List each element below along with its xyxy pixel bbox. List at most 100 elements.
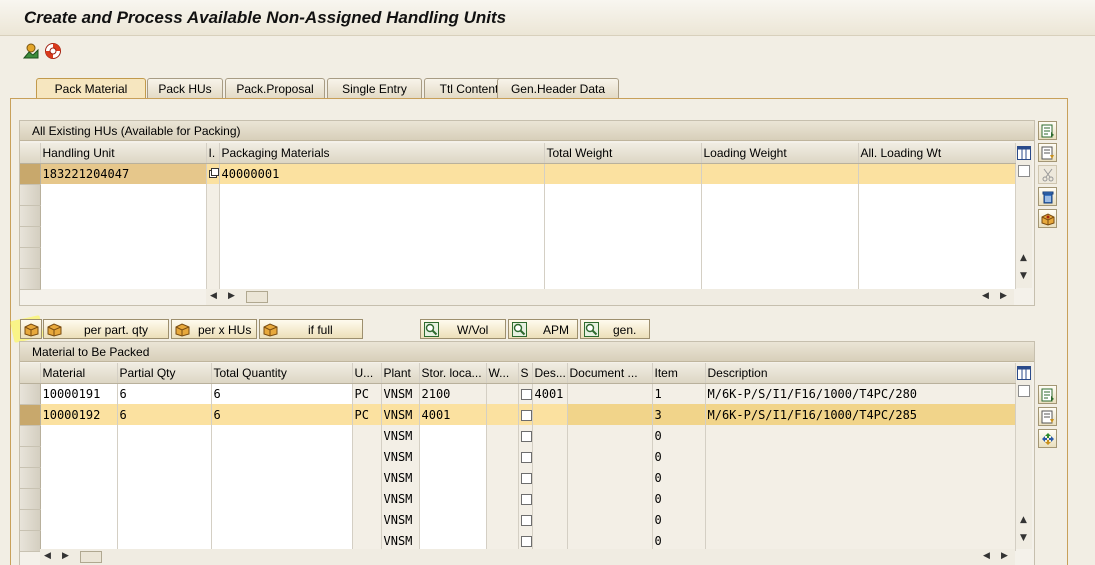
pack-if-full-button[interactable]: if full [259, 319, 363, 339]
tab-gen-header-data[interactable]: Gen.Header Data [497, 78, 619, 99]
table-row[interactable]: VNSM 0 [20, 530, 1016, 552]
scroll-thumb[interactable] [246, 291, 268, 303]
table-row[interactable]: VNSM 0 [20, 425, 1016, 447]
table-row[interactable]: VNSM 0 [20, 488, 1016, 510]
table-row[interactable]: 183221204047 40000001 [20, 163, 1016, 185]
mat-col-total-quantity[interactable]: Total Quantity [211, 363, 353, 384]
handling-unit-cell[interactable]: 183221204047 [40, 163, 207, 184]
loading-weight-cell[interactable] [701, 163, 859, 184]
s-checkbox[interactable] [520, 535, 531, 547]
total-qty-cell[interactable]: 6 [211, 404, 353, 425]
material-table-hscroll[interactable]: ◀ ▶ ◀ ▶ [40, 549, 1015, 565]
table-row[interactable] [20, 226, 1016, 248]
gen-button[interactable]: gen. [580, 319, 650, 339]
pack-button[interactable] [20, 319, 42, 339]
help-lifebuoy-icon[interactable] [44, 42, 62, 60]
mat-col-item[interactable]: Item [652, 363, 706, 384]
row-selector[interactable] [20, 163, 41, 185]
tab-pack-material[interactable]: Pack Material [36, 78, 146, 100]
pack-per-part-qty-button[interactable]: per part. qty [43, 319, 169, 339]
total-weight-cell[interactable] [544, 163, 702, 184]
hu-col-loading-weight[interactable]: Loading Weight [701, 143, 859, 164]
partial-qty-cell[interactable]: 6 [117, 404, 212, 425]
material-cell[interactable]: 10000191 [40, 383, 118, 404]
total-qty-cell[interactable]: 6 [211, 383, 353, 404]
material-distribute-button[interactable] [1038, 429, 1057, 448]
all-loading-wt-cell[interactable] [858, 163, 1016, 184]
table-row[interactable]: VNSM 0 [20, 446, 1016, 468]
mat-col-s[interactable]: S [518, 363, 533, 384]
hu-col-handling-unit[interactable]: Handling Unit [40, 143, 207, 164]
material-table-checkbox-all[interactable] [1018, 385, 1030, 397]
mat-col-partial-qty[interactable]: Partial Qty [117, 363, 212, 384]
w-vol-button[interactable]: W/Vol [420, 319, 506, 339]
mat-col-des[interactable]: Des... [532, 363, 568, 384]
s-checkbox-cell[interactable] [518, 404, 533, 425]
partial-qty-cell[interactable]: 6 [117, 383, 212, 404]
hu-unpack-button[interactable] [1038, 209, 1057, 228]
pack-per-x-hus-button[interactable]: per x HUs [171, 319, 257, 339]
display-overview-icon[interactable] [22, 42, 40, 60]
scroll-up-icon[interactable]: ▲ [1020, 253, 1027, 263]
mat-col-unit[interactable]: U... [352, 363, 382, 384]
row-selector[interactable] [20, 404, 41, 426]
row-selector[interactable] [20, 383, 41, 405]
mat-col-description[interactable]: Description [705, 363, 1016, 384]
scroll-left-icon[interactable]: ◀ [982, 291, 989, 301]
s-checkbox[interactable] [520, 388, 531, 400]
mat-col-document[interactable]: Document ... [567, 363, 653, 384]
s-checkbox[interactable] [520, 451, 531, 463]
material-details-button[interactable] [1038, 385, 1057, 404]
scroll-down-icon[interactable]: ▼ [1020, 271, 1027, 281]
tab-single-entry[interactable]: Single Entry [327, 78, 422, 99]
table-row[interactable]: 10000191 6 6 PC VNSM 2100 4001 1 M/6K-P/… [20, 383, 1016, 405]
scroll-right-icon[interactable]: ▶ [1001, 551, 1008, 561]
s-checkbox-cell[interactable] [518, 383, 533, 404]
s-checkbox[interactable] [520, 472, 531, 484]
hu-cut-button[interactable] [1038, 165, 1057, 184]
hu-detail-icon-cell[interactable] [206, 163, 220, 184]
mat-col-stor-loc[interactable]: Stor. loca... [419, 363, 487, 384]
scroll-left-icon[interactable]: ◀ [44, 551, 51, 561]
s-checkbox[interactable] [520, 493, 531, 505]
mat-col-plant[interactable]: Plant [381, 363, 420, 384]
hu-details-button[interactable] [1038, 121, 1057, 140]
tab-pack-hus[interactable]: Pack HUs [147, 78, 223, 99]
hu-col-all-loading-wt[interactable]: All. Loading Wt [858, 143, 1016, 164]
table-row[interactable]: 10000192 6 6 PC VNSM 4001 3 M/6K-P/S/I1/… [20, 404, 1016, 426]
mat-col-material[interactable]: Material [40, 363, 118, 384]
material-cell[interactable]: 10000192 [40, 404, 118, 425]
table-row[interactable] [20, 268, 1016, 290]
scroll-right-icon[interactable]: ▶ [1000, 291, 1007, 301]
table-row[interactable]: VNSM 0 [20, 467, 1016, 489]
hu-col-total-weight[interactable]: Total Weight [544, 143, 702, 164]
s-checkbox[interactable] [520, 514, 531, 526]
hu-create-button[interactable] [1038, 143, 1057, 162]
scroll-up-icon[interactable]: ▲ [1020, 515, 1027, 525]
table-row[interactable] [20, 184, 1016, 206]
scroll-thumb[interactable] [80, 551, 102, 563]
s-checkbox[interactable] [520, 430, 531, 442]
packaging-material-cell[interactable]: 40000001 [219, 163, 545, 184]
hu-table-checkbox-all[interactable] [1018, 165, 1030, 177]
material-table-vscroll[interactable]: ▲ ▼ [1016, 363, 1032, 549]
material-table-select-all[interactable] [20, 363, 41, 384]
hu-col-i[interactable]: I. [206, 143, 220, 164]
hu-delete-button[interactable] [1038, 187, 1057, 206]
tab-pack-proposal[interactable]: Pack.Proposal [225, 78, 325, 99]
table-row[interactable] [20, 205, 1016, 227]
scroll-down-icon[interactable]: ▼ [1020, 533, 1027, 543]
scroll-left-icon[interactable]: ◀ [983, 551, 990, 561]
table-row[interactable] [20, 247, 1016, 269]
scroll-left-icon[interactable]: ◀ [210, 291, 217, 301]
hu-table-hscroll[interactable]: ◀ ▶ ◀ ▶ [206, 289, 1014, 305]
s-checkbox[interactable] [520, 409, 531, 421]
material-create-button[interactable] [1038, 407, 1057, 426]
scroll-right-icon[interactable]: ▶ [62, 551, 69, 561]
hu-table-vscroll[interactable]: ▲ ▼ [1016, 143, 1032, 288]
hu-table-select-all[interactable] [20, 143, 41, 164]
hu-col-packaging-materials[interactable]: Packaging Materials [219, 143, 545, 164]
table-row[interactable]: VNSM 0 [20, 509, 1016, 531]
mat-col-w[interactable]: W... [486, 363, 519, 384]
apm-button[interactable]: APM [508, 319, 578, 339]
